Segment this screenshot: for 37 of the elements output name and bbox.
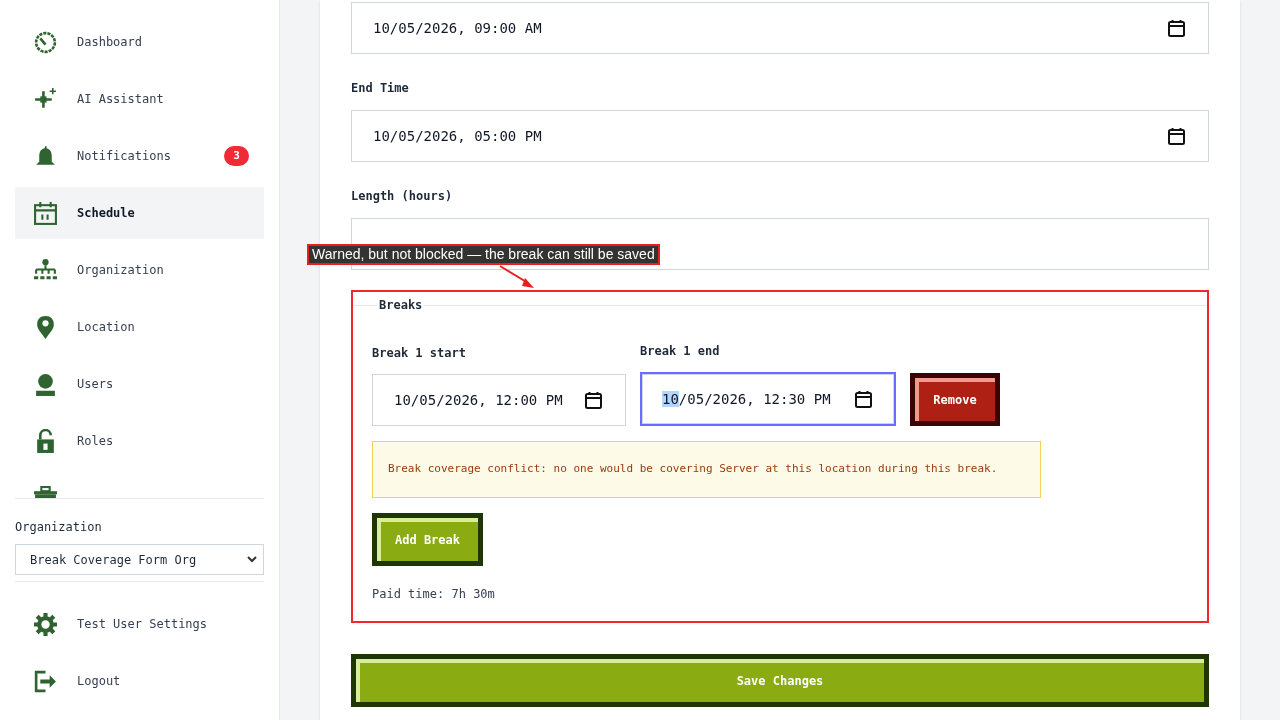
annotation-arrow [498,265,536,289]
nav-item[interactable]: AI Assistant [15,73,264,125]
remove-button[interactable]: Remove [910,373,1000,426]
field-label: End Time [351,80,410,97]
nav-item[interactable]: Notifications 3 [15,130,264,182]
user-icon [33,371,58,397]
field-label: Break 1 start [372,345,467,362]
datetime-field[interactable]: 10/05/2026, 12:00 PM [372,374,626,426]
calendar-icon [1168,127,1185,145]
nav-item[interactable]: Users [15,358,264,410]
field-label: Break 1 end [640,343,721,360]
nav-item[interactable]: Schedule [15,187,264,239]
chevron-down-icon [247,556,257,563]
datetime-field[interactable]: 10/05/2026, 09:00 AM [351,2,1209,54]
logout-icon [33,668,58,694]
gear-icon [33,611,58,637]
datetime-field[interactable]: 10/05/2026, 05:00 PM [351,110,1209,162]
organization-label: Organization [15,519,103,536]
calendar-icon [33,200,58,226]
nav-item[interactable]: Dashboard [15,16,264,68]
field-label: Length (hours) [351,188,454,205]
annotation-callout: Warned, but not blocked — the break can still be saved [307,244,660,265]
nav-item[interactable]: Location [15,301,264,353]
calendar-icon [855,390,872,408]
paid-time-text: Paid time: 7h 30m [372,586,496,603]
clock-icon [33,29,58,55]
fieldset-legend: Breaks [377,296,425,314]
calendar-icon [585,391,602,409]
organization-select[interactable]: Break Coverage Form Org [15,544,264,575]
calendar-icon [1168,19,1185,37]
warning-message: Break coverage conflict: no one would be covering Server at this location during this break. [372,441,1041,498]
datetime-field[interactable]: 10/05/2026, 12:30 PM [640,372,896,426]
sidebar-link[interactable]: Test User Settings [15,598,264,650]
notification-badge: 3 [224,146,249,166]
sidebar-link[interactable]: Logout [15,655,264,707]
nav-item[interactable]: Roles [15,415,264,467]
nav-item[interactable]: Organization [15,244,264,296]
